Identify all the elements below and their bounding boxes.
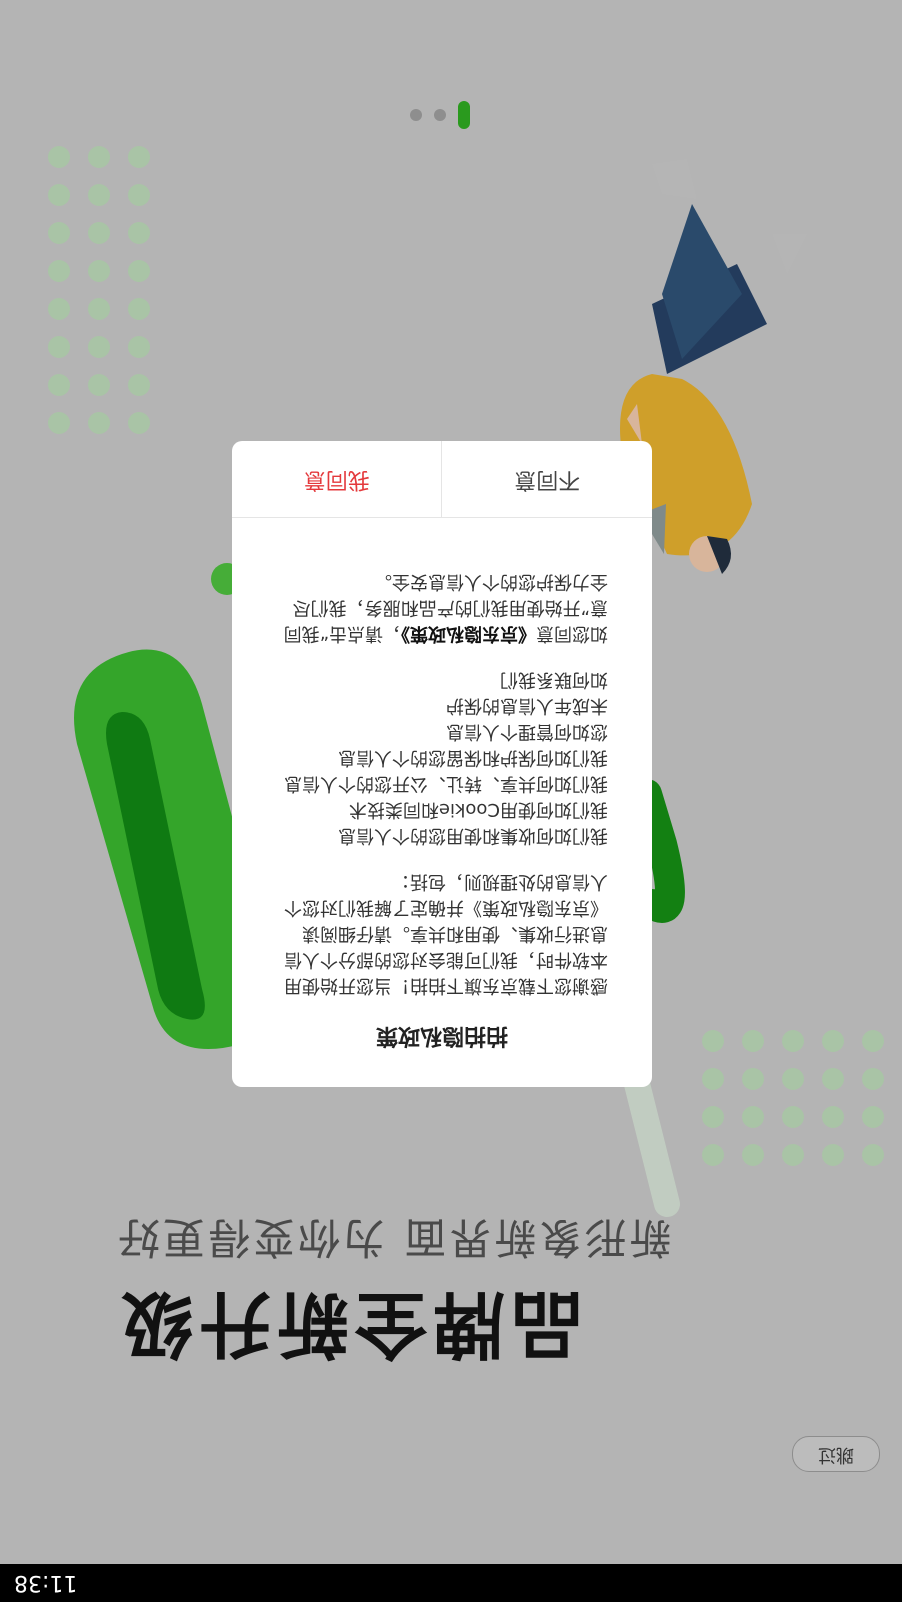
list-item: 我们如何保护和保留您的个人信息 xyxy=(338,747,608,768)
screen: 11:38 品牌全新升级 新形象新界面 为你变得更好 跳过 拍拍隐私政策 感谢您… xyxy=(0,0,902,1602)
privacy-policy-link[interactable]: 《京东隐私政策》 xyxy=(401,623,536,644)
list-item: 我们如何收集和使用您的个人信息 xyxy=(338,825,608,846)
list-item: 未成年人信息的保护 xyxy=(446,695,608,716)
list-item: 如何联系我们 xyxy=(500,669,608,690)
list-item: 您如何管理个人信息 xyxy=(446,721,608,742)
dialog-tail: 如您同意《京东隐私政策》，请点击“我同意”开始使用我们的产品和服务，我们尽全力保… xyxy=(276,568,608,646)
page-dot xyxy=(410,109,422,121)
brand-headline: 品牌全新升级 xyxy=(115,1282,584,1366)
tail-prefix: 如您同意 xyxy=(536,623,608,644)
dialog-title: 拍拍隐私政策 xyxy=(376,1023,509,1048)
disagree-button[interactable]: 不同意 xyxy=(441,441,652,517)
brand-subline: 新形象新界面 为你变得更好 xyxy=(115,1213,672,1262)
page-indicator xyxy=(410,101,470,129)
page-dot-active xyxy=(458,101,470,129)
list-item: 我们如何使用Cookie和同类技术 xyxy=(348,799,608,820)
privacy-dialog: 拍拍隐私政策 感谢您下载京东旗下拍拍！当您开始使用本软件时，我们可能会对您的部分… xyxy=(232,441,652,1087)
policy-item-list: 我们如何收集和使用您的个人信息 我们如何使用Cookie和同类技术 我们如何共享… xyxy=(276,666,608,848)
list-item: 我们如何共享、转让、公开您的个人信息 xyxy=(284,773,608,794)
dialog-body: 感谢您下载京东旗下拍拍！当您开始使用本软件时，我们可能会对您的部分个人信息进行收… xyxy=(276,568,608,998)
agree-button[interactable]: 我同意 xyxy=(232,441,442,517)
dialog-intro: 感谢您下载京东旗下拍拍！当您开始使用本软件时，我们可能会对您的部分个人信息进行收… xyxy=(284,871,608,996)
dialog-footer: 不同意 我同意 xyxy=(232,441,652,518)
skip-button[interactable]: 跳过 xyxy=(792,1436,880,1472)
status-time: 11:38 xyxy=(14,1570,78,1595)
page-dot xyxy=(434,109,446,121)
status-bar: 11:38 xyxy=(0,1564,902,1602)
